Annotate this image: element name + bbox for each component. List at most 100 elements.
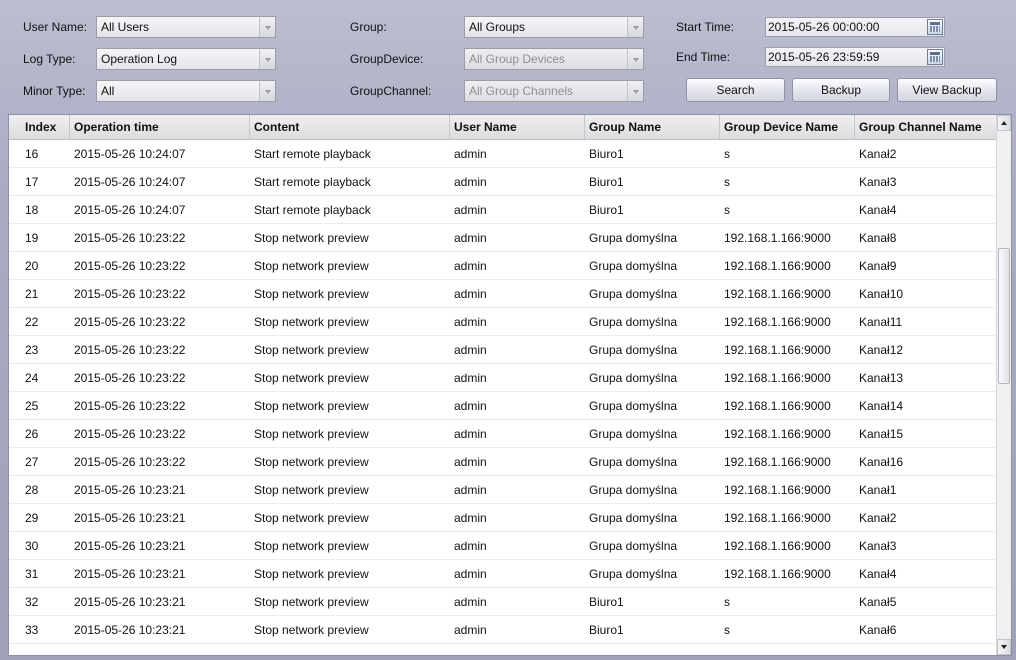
user-name-cell: admin xyxy=(454,203,487,217)
operation-time-cell: 2015-05-26 10:23:21 xyxy=(74,623,186,637)
table-row[interactable]: 29 2015-05-26 10:23:21 Stop network previe… xyxy=(9,504,997,532)
content-cell: Stop network preview xyxy=(254,231,369,245)
table-row[interactable]: 25 2015-05-26 10:23:22 Stop network previe… xyxy=(9,392,997,420)
content-cell: Stop network preview xyxy=(254,259,369,273)
group-name-cell: Biuro1 xyxy=(589,147,624,161)
group-name-cell: Grupa domyślna xyxy=(589,231,678,245)
chevron-down-icon[interactable] xyxy=(627,49,643,69)
table-row[interactable]: 24 2015-05-26 10:23:22 Stop network previe… xyxy=(9,364,997,392)
table-row[interactable]: 19 2015-05-26 10:23:22 Stop network previe… xyxy=(9,224,997,252)
group-name-cell: Biuro1 xyxy=(589,595,624,609)
group-channel-name-cell: Kanał3 xyxy=(859,175,897,189)
minor-type-dropdown[interactable]: All xyxy=(96,80,276,102)
header-col-operation-time[interactable]: Operation time xyxy=(70,115,250,139)
user-name-label: User Name: xyxy=(23,20,88,34)
chevron-down-icon[interactable] xyxy=(259,81,275,101)
user-name-cell: admin xyxy=(454,259,487,273)
operation-time-cell: 2015-05-26 10:23:22 xyxy=(74,343,186,357)
content-cell: Stop network preview xyxy=(254,511,369,525)
group-name-cell: Grupa domyślna xyxy=(589,567,678,581)
group-name-cell: Grupa domyślna xyxy=(589,399,678,413)
table-row[interactable]: 32 2015-05-26 10:23:21 Stop network previe… xyxy=(9,588,997,616)
index-cell: 27 xyxy=(25,455,39,469)
group-device-dropdown[interactable]: All Group Devices xyxy=(464,48,644,70)
vertical-scrollbar[interactable] xyxy=(996,115,1011,655)
operation-time-cell: 2015-05-26 10:23:22 xyxy=(74,399,186,413)
group-device-name-cell: 192.168.1.166:9000 xyxy=(724,427,831,441)
header-col-user-name[interactable]: User Name xyxy=(450,115,585,139)
group-channel-name-cell: Kanał11 xyxy=(859,315,903,329)
header-col-index[interactable]: Index xyxy=(21,115,70,139)
group-channel-name-cell: Kanał14 xyxy=(859,399,904,413)
log-type-dropdown[interactable]: Operation Log xyxy=(96,48,276,70)
operation-time-cell: 2015-05-26 10:23:21 xyxy=(74,483,186,497)
group-channel-name-cell: Kanał15 xyxy=(859,427,904,441)
index-cell: 19 xyxy=(25,231,39,245)
index-cell: 26 xyxy=(25,427,39,441)
table-row[interactable]: 22 2015-05-26 10:23:22 Stop network previe… xyxy=(9,308,997,336)
view-backup-button[interactable]: View Backup xyxy=(897,78,997,102)
scrollbar-thumb[interactable] xyxy=(998,248,1010,384)
table-row[interactable]: 26 2015-05-26 10:23:22 Stop network previe… xyxy=(9,420,997,448)
user-name-dropdown[interactable]: All Users xyxy=(96,16,276,38)
start-time-field[interactable]: 2015-05-26 00:00:00 xyxy=(765,17,945,37)
table-row[interactable]: 27 2015-05-26 10:23:22 Stop network previe… xyxy=(9,448,997,476)
table-row[interactable]: 31 2015-05-26 10:23:21 Stop network previe… xyxy=(9,560,997,588)
operation-time-cell: 2015-05-26 10:24:07 xyxy=(74,175,186,189)
group-name-cell: Biuro1 xyxy=(589,203,624,217)
chevron-down-icon[interactable] xyxy=(259,49,275,69)
group-name-cell: Grupa domyślna xyxy=(589,315,678,329)
backup-button[interactable]: Backup xyxy=(792,78,890,102)
search-button[interactable]: Search xyxy=(686,78,785,102)
scroll-up-arrow-icon[interactable] xyxy=(997,115,1011,131)
header-col-group-channel-name[interactable]: Group Channel Name xyxy=(855,115,997,139)
table-row[interactable]: 30 2015-05-26 10:23:21 Stop network previe… xyxy=(9,532,997,560)
scroll-down-arrow-icon[interactable] xyxy=(997,639,1011,655)
table-row[interactable]: 23 2015-05-26 10:23:22 Stop network previe… xyxy=(9,336,997,364)
content-cell: Stop network preview xyxy=(254,623,369,637)
content-cell: Stop network preview xyxy=(254,455,369,469)
header-col-group-name[interactable]: Group Name xyxy=(585,115,720,139)
table-row[interactable]: 18 2015-05-26 10:24:07 Start remote playba… xyxy=(9,196,997,224)
calendar-icon[interactable] xyxy=(927,49,943,65)
group-channel-name-cell: Kanał5 xyxy=(859,595,897,609)
chevron-down-icon[interactable] xyxy=(259,17,275,37)
minor-type-label: Minor Type: xyxy=(23,84,86,98)
table-row[interactable]: 21 2015-05-26 10:23:22 Stop network previe… xyxy=(9,280,997,308)
group-name-cell: Grupa domyślna xyxy=(589,287,678,301)
group-channel-name-cell: Kanał1 xyxy=(859,483,897,497)
index-cell: 20 xyxy=(25,259,39,273)
content-cell: Stop network preview xyxy=(254,483,369,497)
header-col-group-device-name[interactable]: Group Device Name xyxy=(720,115,855,139)
end-time-field[interactable]: 2015-05-26 23:59:59 xyxy=(765,47,945,67)
operation-time-cell: 2015-05-26 10:23:21 xyxy=(74,539,186,553)
group-name-cell: Grupa domyślna xyxy=(589,539,678,553)
user-name-value: All Users xyxy=(101,20,150,34)
group-device-name-cell: 192.168.1.166:9000 xyxy=(724,483,831,497)
chevron-down-icon[interactable] xyxy=(627,17,643,37)
content-cell: Start remote playback xyxy=(254,147,371,161)
group-name-cell: Biuro1 xyxy=(589,175,624,189)
log-filter-panel: User Name: All Users Log Type: Operation… xyxy=(0,0,1016,112)
group-device-name-cell: s xyxy=(724,147,730,161)
table-row[interactable]: 17 2015-05-26 10:24:07 Start remote playba… xyxy=(9,168,997,196)
group-name-cell: Grupa domyślna xyxy=(589,427,678,441)
table-body: 16 2015-05-26 10:24:07 Start remote playba… xyxy=(9,140,997,655)
table-row[interactable]: 16 2015-05-26 10:24:07 Start remote playba… xyxy=(9,140,997,168)
calendar-icon[interactable] xyxy=(927,19,943,35)
index-cell: 17 xyxy=(25,175,39,189)
group-channel-dropdown[interactable]: All Group Channels xyxy=(464,80,644,102)
group-channel-name-cell: Kanał16 xyxy=(859,455,904,469)
chevron-down-icon[interactable] xyxy=(627,81,643,101)
group-channel-value: All Group Channels xyxy=(469,84,574,98)
table-row[interactable]: 20 2015-05-26 10:23:22 Stop network previe… xyxy=(9,252,997,280)
header-col-content[interactable]: Content xyxy=(250,115,450,139)
group-channel-name-cell: Kanał2 xyxy=(859,511,897,525)
group-device-name-cell: 192.168.1.166:9000 xyxy=(724,511,831,525)
table-row[interactable]: 28 2015-05-26 10:23:21 Stop network previe… xyxy=(9,476,997,504)
group-channel-name-cell: Kanał13 xyxy=(859,371,904,385)
operation-time-cell: 2015-05-26 10:23:22 xyxy=(74,259,186,273)
index-cell: 23 xyxy=(25,343,39,357)
table-row[interactable]: 33 2015-05-26 10:23:21 Stop network previe… xyxy=(9,616,997,644)
group-dropdown[interactable]: All Groups xyxy=(464,16,644,38)
